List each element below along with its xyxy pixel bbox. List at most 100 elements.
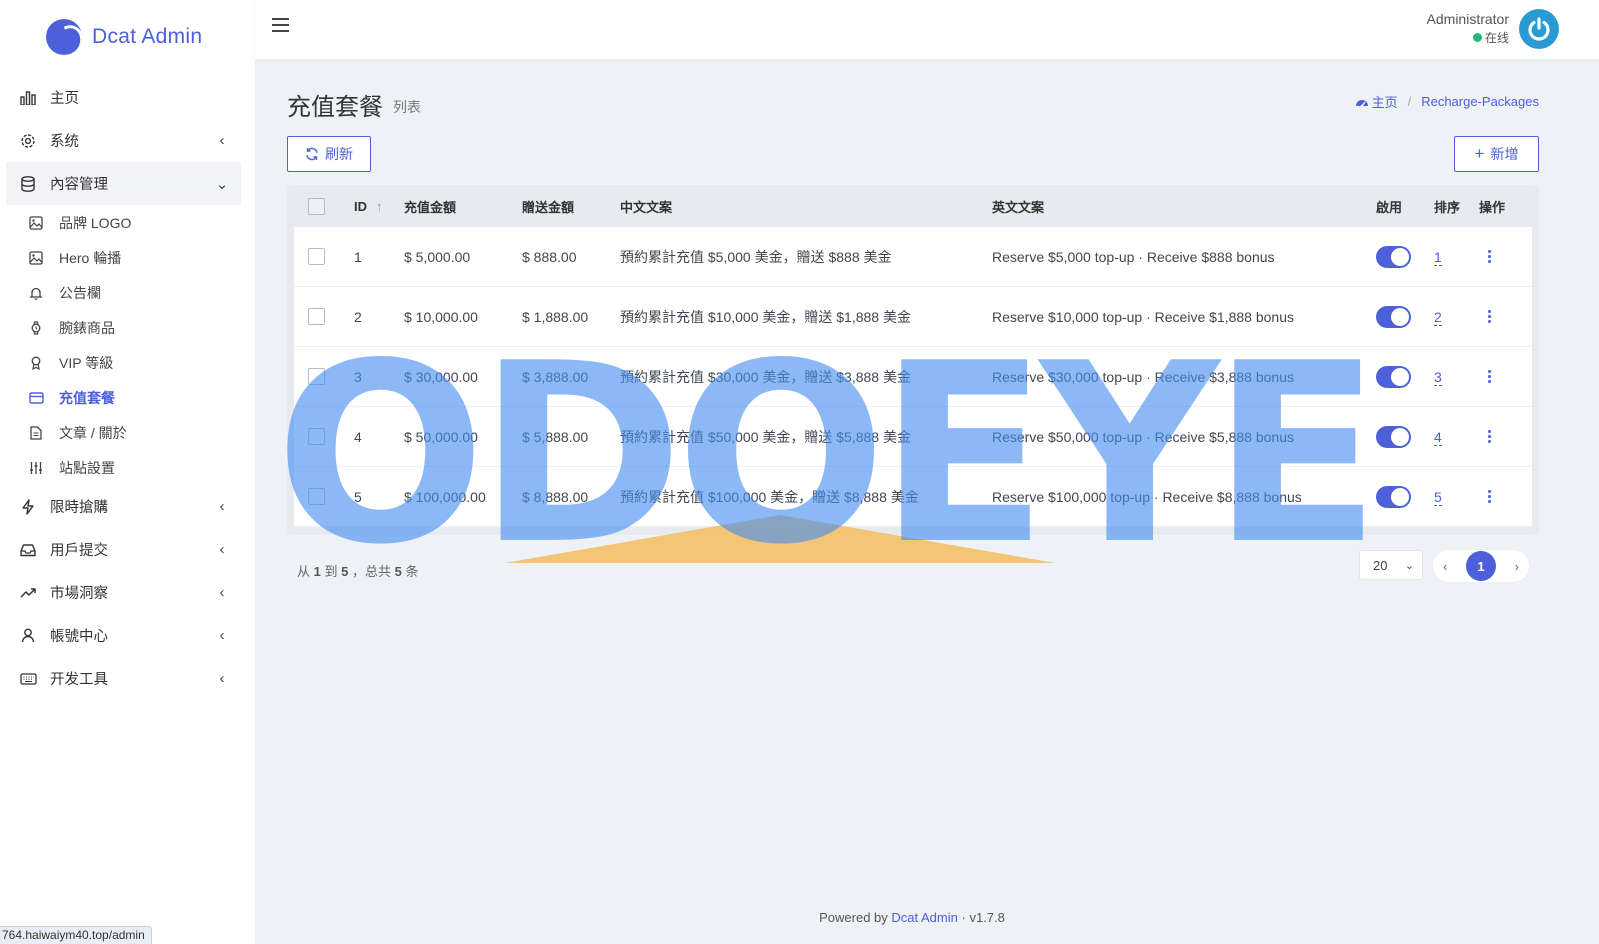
browser-status-url: 764.haiwaiym40.top/admin — [0, 926, 152, 944]
sort-order-link[interactable]: 1 — [1434, 248, 1442, 266]
row-actions-menu-icon[interactable] — [1487, 250, 1491, 263]
credit-card-icon — [28, 390, 44, 406]
user-menu[interactable]: Administrator 在线 — [1427, 11, 1509, 46]
enabled-toggle[interactable] — [1376, 485, 1411, 508]
row-checkbox[interactable] — [308, 428, 325, 445]
sidebar-item-label: 帳號中心 — [50, 629, 108, 645]
sidebar-item-label: 开发工具 — [50, 672, 108, 688]
sidebar-item-brand-logo[interactable]: 品牌 LOGO — [14, 205, 255, 240]
plus-icon: + — [1474, 144, 1485, 163]
breadcrumb-home[interactable]: 主页 — [1355, 92, 1398, 111]
refresh-button[interactable]: 刷新 — [287, 136, 371, 172]
sidebar-item-announcements[interactable]: 公告欄 — [14, 275, 255, 310]
sidebar-item-watches[interactable]: 腕錶商品 — [14, 310, 255, 345]
chevron-left-icon: ‹ — [219, 132, 225, 149]
sidebar-item-dev-tools[interactable]: 开发工具 ‹ — [6, 657, 241, 700]
row-actions-menu-icon[interactable] — [1487, 490, 1491, 503]
file-text-icon — [28, 425, 44, 441]
sidebar-item-vip-levels[interactable]: VIP 等級 — [14, 345, 255, 380]
enabled-toggle[interactable] — [1376, 245, 1411, 268]
row-checkbox[interactable] — [308, 248, 325, 265]
sidebar: Dcat Admin 主页 系统 ‹ 內容管理 ⌄ 品牌 LOGO Hero 輪… — [0, 0, 255, 944]
table-row: 1 $ 5,000.00 $ 888.00 預約累計充值 $5,000 美金，贈… — [294, 227, 1532, 287]
sidebar-item-label: 用戶提交 — [50, 543, 108, 559]
breadcrumb-current[interactable]: Recharge-Packages — [1421, 94, 1539, 109]
sort-order-link[interactable]: 2 — [1434, 308, 1442, 326]
cell-amount: $ 30,000.00 — [404, 368, 478, 385]
sort-order-link[interactable]: 5 — [1434, 488, 1442, 506]
select-all-checkbox[interactable] — [308, 197, 325, 215]
row-checkbox[interactable] — [308, 308, 325, 325]
chevron-left-icon: ‹ — [219, 627, 225, 644]
cell-chinese-copy: 預約累計充值 $50,000 美金，贈送 $5,888 美金 — [620, 428, 911, 445]
sort-order-link[interactable]: 4 — [1434, 428, 1442, 446]
prev-page-icon[interactable]: ‹ — [1443, 559, 1447, 574]
sidebar-item-label: 主页 — [50, 91, 79, 107]
sidebar-item-hero-carousel[interactable]: Hero 輪播 — [14, 240, 255, 275]
avatar[interactable] — [1519, 9, 1559, 49]
power-icon — [1528, 17, 1550, 41]
column-header-bonus: 贈送金額 — [522, 199, 575, 215]
row-actions-menu-icon[interactable] — [1487, 310, 1491, 323]
cell-id: 3 — [354, 368, 362, 385]
cell-english-copy: Reserve $10,000 top-up · Receive $1,888 … — [992, 308, 1294, 325]
menu-toggle-icon[interactable] — [272, 18, 289, 32]
sidebar-item-market-insights[interactable]: 市場洞察 ‹ — [6, 571, 241, 614]
footer-link[interactable]: Dcat Admin — [891, 910, 957, 925]
sidebar-item-user-submissions[interactable]: 用戶提交 ‹ — [6, 528, 241, 571]
column-header-enabled: 啟用 — [1376, 199, 1403, 215]
row-actions-menu-icon[interactable] — [1487, 430, 1491, 443]
sidebar-item-flash-sale[interactable]: 限時搶購 ‹ — [6, 485, 241, 528]
add-new-button[interactable]: + 新增 — [1454, 136, 1539, 172]
sidebar-item-home[interactable]: 主页 — [6, 76, 241, 119]
trending-up-icon — [19, 584, 37, 602]
row-checkbox[interactable] — [308, 368, 325, 385]
sidebar-item-recharge-packages[interactable]: 充值套餐 — [14, 380, 255, 415]
sort-arrow-icon[interactable]: ↑ — [376, 199, 383, 214]
footer: Powered by Dcat Admin · v1.7.8 — [819, 910, 1005, 925]
sidebar-item-label: 站點設置 — [59, 459, 115, 476]
column-header-english-copy: 英文文案 — [992, 199, 1045, 215]
sidebar-item-label: 限時搶購 — [50, 500, 108, 516]
cell-english-copy: Reserve $30,000 top-up · Receive $3,888 … — [992, 368, 1294, 385]
sidebar-item-label: 內容管理 — [50, 177, 108, 193]
main-content: 充值套餐 列表 主页 / Recharge-Packages 刷新 + 新增 I… — [287, 59, 1539, 591]
cell-amount: $ 100,000.00 — [404, 488, 486, 505]
row-checkbox[interactable] — [308, 488, 325, 505]
bell-icon — [28, 285, 44, 301]
sidebar-item-account-center[interactable]: 帳號中心 ‹ — [6, 614, 241, 657]
data-table: ID ↑ 充值金額 贈送金額 中文文案 英文文案 啟用 排序 操作 1 $ 5,0… — [287, 185, 1539, 535]
chevron-left-icon: ‹ — [219, 541, 225, 558]
online-dot-icon — [1472, 33, 1482, 42]
image-icon — [28, 215, 44, 231]
column-header-id[interactable]: ID ↑ — [354, 199, 404, 214]
cell-bonus: $ 1,888.00 — [522, 308, 589, 325]
dashboard-icon — [1355, 99, 1368, 107]
add-new-button-label: 新增 — [1490, 146, 1519, 162]
award-icon — [28, 355, 44, 371]
lightning-icon — [19, 498, 37, 516]
sidebar-item-label: 系统 — [50, 134, 79, 150]
cell-chinese-copy: 預約累計充值 $5,000 美金，贈送 $888 美金 — [620, 248, 892, 265]
chevron-down-icon: ⌄ — [1404, 559, 1414, 572]
cell-amount: $ 10,000.00 — [404, 308, 478, 325]
sidebar-item-articles[interactable]: 文章 / 關於 — [14, 415, 255, 450]
enabled-toggle[interactable] — [1376, 365, 1411, 388]
row-actions-menu-icon[interactable] — [1487, 370, 1491, 383]
cell-id: 4 — [354, 428, 362, 445]
page-number-current[interactable]: 1 — [1466, 551, 1496, 581]
brand[interactable]: Dcat Admin — [0, 0, 255, 74]
pagination: ‹ 1 › — [1433, 550, 1529, 582]
per-page-select[interactable]: 20 ⌄ — [1359, 550, 1423, 580]
sidebar-item-site-settings[interactable]: 站點設置 — [14, 450, 255, 485]
column-header-amount: 充值金額 — [404, 199, 457, 215]
next-page-icon[interactable]: › — [1515, 559, 1519, 574]
cell-english-copy: Reserve $100,000 top-up · Receive $8,888… — [992, 488, 1302, 505]
enabled-toggle[interactable] — [1376, 425, 1411, 448]
enabled-toggle[interactable] — [1376, 305, 1411, 328]
table-row: 3 $ 30,000.00 $ 3,888.00 預約累計充值 $30,000 … — [294, 347, 1532, 407]
sidebar-item-content[interactable]: 內容管理 ⌄ — [6, 162, 241, 205]
sort-order-link[interactable]: 3 — [1434, 368, 1442, 386]
sidebar-item-system[interactable]: 系统 ‹ — [6, 119, 241, 162]
cell-amount: $ 50,000.00 — [404, 428, 478, 445]
